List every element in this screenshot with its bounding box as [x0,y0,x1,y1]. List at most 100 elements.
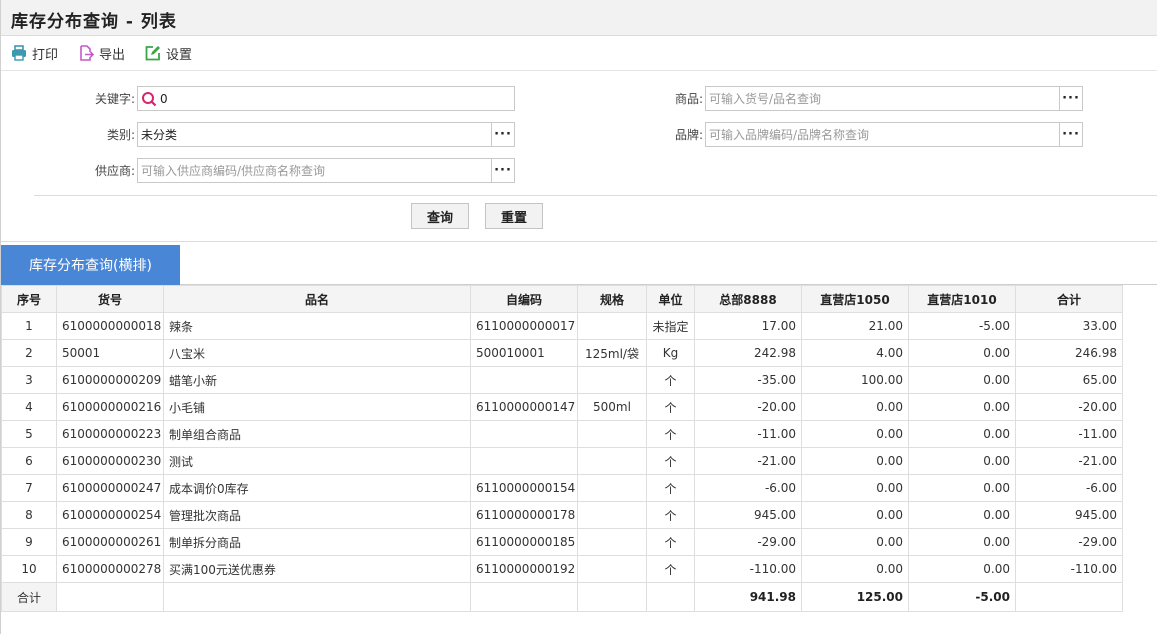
column-header[interactable]: 货号 [56,285,164,313]
table-cell: 4.00 [801,339,909,367]
table-cell: 6100000000216 [56,393,164,421]
stock-table: 序号 货号 品名 自编码 规格 单位 总部8888 直营店1050 直营店1010 合计 1 610… [1,285,1123,612]
table-cell [470,366,578,394]
column-header[interactable]: 规格 [577,285,647,313]
table-cell: 242.98 [694,339,802,367]
table-cell [577,474,647,502]
table-cell: 0.00 [801,447,909,475]
category-input[interactable]: 未分类 ··· [137,122,515,147]
table-cell: 6100000000261 [56,528,164,556]
edit-icon [145,46,161,61]
table-cell: 3 [1,366,57,394]
table-cell: 945.00 [1015,501,1123,529]
keyword-input[interactable]: 0 [137,86,515,111]
table-row[interactable]: 5 6100000000223 制单组合商品个 -11.00 0.00 0.00 -11.0… [1,420,1123,448]
supplier-placeholder: 可输入供应商编码/供应商名称查询 [141,164,326,178]
table-row[interactable]: 1 6100000000018 辣条 6110000000017 未指定 17.00 21.… [1,312,1123,340]
category-value: 未分类 [141,128,178,142]
table-cell: 买满100元送优惠券 [163,555,471,583]
table-cell: 2 [1,339,57,367]
table-cell: 个 [646,366,695,394]
table-cell: 0.00 [908,420,1016,448]
tab-horizontal-distribution[interactable]: 库存分布查询(横排) [1,245,180,285]
table-row[interactable]: 8 6100000000254 管理批次商品 6110000000178 个 945.00… [1,501,1123,529]
table-row[interactable]: 4 6100000000216 小毛铺 6110000000147 500ml 个 -20.… [1,393,1123,421]
table-row[interactable]: 6 6100000000230 测试个 -21.00 0.00 0.00 -21.00 [1,447,1123,475]
table-cell: -35.00 [694,366,802,394]
table-cell: 246.98 [1015,339,1123,367]
table-cell: 6100000000247 [56,474,164,502]
table-row[interactable]: 10 6100000000278 买满100元送优惠券 6110000000192 个 -… [1,555,1123,583]
table-cell: -5.00 [908,312,1016,340]
empty-cell [163,582,471,612]
column-header[interactable]: 直营店1010 [908,285,1016,313]
table-row[interactable]: 3 6100000000209 蜡笔小新 个 -35.00 100.00 0.00 65.00 [1,366,1123,394]
table-cell: 管理批次商品 [163,501,471,529]
table-cell: 9 [1,528,57,556]
table-cell: 0.00 [801,555,909,583]
empty-cell [470,582,578,612]
table-cell [577,501,647,529]
table-cell: 小毛铺 [163,393,471,421]
brand-picker-button[interactable]: ··· [1059,123,1082,146]
table-cell: 0.00 [801,528,909,556]
column-header[interactable]: 自编码 [470,285,578,313]
table-cell: 个 [646,474,695,502]
supplier-picker-button[interactable]: ··· [491,159,514,182]
table-cell: 6 [1,447,57,475]
table-cell: 0.00 [908,474,1016,502]
empty-cell [1015,582,1123,612]
tab-bar: 库存分布查询(横排) [1,242,1157,285]
table-cell: 0.00 [801,501,909,529]
title-bar: 库存分布查询 - 列表 [1,0,1157,36]
product-input[interactable]: 可输入货号/品名查询 ··· [705,86,1083,111]
supplier-input[interactable]: 可输入供应商编码/供应商名称查询 ··· [137,158,515,183]
table-cell: 6110000000178 [470,501,578,529]
table-cell: 6100000000209 [56,366,164,394]
table-row[interactable]: 9 6100000000261 制单拆分商品 6110000000185 个 -29.00… [1,528,1123,556]
brand-input[interactable]: 可输入品牌编码/品牌名称查询 ··· [705,122,1083,147]
settings-button[interactable]: 设置 [145,44,192,63]
table-cell: 未指定 [646,312,695,340]
total-cell: 125.00 [801,582,909,612]
page: 库存分布查询 - 列表 打印 导出 设置 关键字: 0 商品: 可输入货号/品名… [0,0,1157,634]
table-cell: 21.00 [801,312,909,340]
table-cell: 0.00 [908,447,1016,475]
column-header[interactable]: 品名 [163,285,471,313]
category-row: 类别: 未分类 ··· [33,122,515,147]
table-cell [470,420,578,448]
table-row[interactable]: 2 50001 八宝米 500010001 125ml/袋 Kg 242.98 4.00 0.0… [1,339,1123,367]
table-cell: 个 [646,447,695,475]
empty-cell [646,582,695,612]
table-cell: 100.00 [801,366,909,394]
table-row[interactable]: 7 6100000000247 成本调价0库存 6110000000154 个 -6.00… [1,474,1123,502]
table-cell: 1 [1,312,57,340]
table-cell: -20.00 [694,393,802,421]
table-cell: 6100000000230 [56,447,164,475]
table-cell: 6100000000223 [56,420,164,448]
product-row: 商品: 可输入货号/品名查询 ··· [601,86,1083,111]
category-picker-button[interactable]: ··· [491,123,514,146]
column-header[interactable]: 总部8888 [694,285,802,313]
table-cell: 6100000000018 [56,312,164,340]
print-button[interactable]: 打印 [11,44,58,63]
export-icon [80,45,95,61]
product-picker-button[interactable]: ··· [1059,87,1082,110]
table-cell: 0.00 [801,474,909,502]
table-cell: 个 [646,501,695,529]
empty-cell [56,582,164,612]
table-cell: 0.00 [908,339,1016,367]
table-cell: 500010001 [470,339,578,367]
table-cell: -21.00 [1015,447,1123,475]
table-cell [577,555,647,583]
table-cell: 945.00 [694,501,802,529]
table-cell: 65.00 [1015,366,1123,394]
reset-button[interactable]: 重置 [485,203,543,229]
export-button[interactable]: 导出 [78,44,125,63]
query-button[interactable]: 查询 [411,203,469,229]
table-cell: -29.00 [1015,528,1123,556]
column-header[interactable]: 合计 [1015,285,1123,313]
column-header[interactable]: 单位 [646,285,695,313]
column-header[interactable]: 直营店1050 [801,285,909,313]
column-header[interactable]: 序号 [1,285,57,313]
